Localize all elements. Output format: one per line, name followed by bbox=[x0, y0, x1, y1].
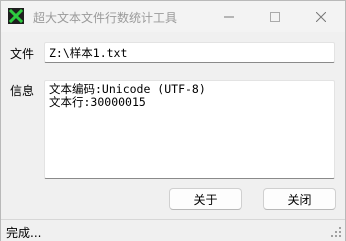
info-textarea[interactable]: 文本编码:Unicode (UTF-8) 文本行:30000015 bbox=[44, 80, 335, 179]
file-path-field[interactable]: Z:\样本1.txt bbox=[44, 42, 335, 63]
close-icon bbox=[316, 11, 326, 22]
about-button[interactable]: 关于 bbox=[169, 188, 242, 210]
title-bar[interactable]: 超大文本文件行数统计工具 bbox=[1, 1, 345, 32]
line-count-line: 文本行:30000015 bbox=[49, 95, 146, 109]
resize-grip-icon[interactable] bbox=[330, 226, 342, 238]
maximize-icon bbox=[270, 11, 280, 22]
minimize-icon bbox=[224, 16, 234, 17]
status-text: 完成... bbox=[6, 226, 42, 240]
minimize-button[interactable] bbox=[206, 1, 252, 32]
file-label: 文件 bbox=[10, 47, 35, 61]
app-logo-icon bbox=[8, 8, 24, 24]
app-window: 超大文本文件行数统计工具 文件 Z:\样本1.txt 信息 文本编码:Unico… bbox=[0, 0, 346, 241]
close-button[interactable]: 关闭 bbox=[263, 188, 336, 210]
maximize-button[interactable] bbox=[252, 1, 298, 32]
window-title: 超大文本文件行数统计工具 bbox=[33, 11, 178, 25]
info-label: 信息 bbox=[10, 84, 35, 98]
close-window-button[interactable] bbox=[298, 1, 344, 32]
status-bar: 完成... bbox=[1, 219, 345, 241]
